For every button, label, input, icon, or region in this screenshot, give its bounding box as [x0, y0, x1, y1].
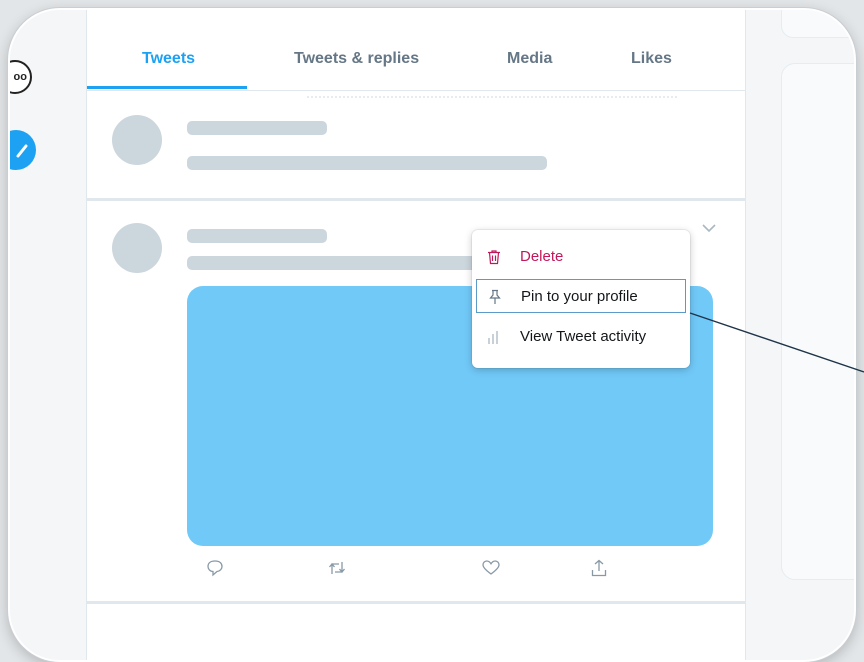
screenshot-frame: oo Tweets Tweets & replies Media Likes D…: [8, 8, 856, 662]
tab-media[interactable]: Media: [507, 50, 552, 68]
bar-chart-icon: [488, 331, 498, 344]
sidebar-top-card: [781, 10, 854, 38]
avatar: [112, 115, 162, 165]
menu-item-label: Pin to your profile: [521, 288, 638, 305]
tab-likes[interactable]: Likes: [631, 50, 672, 68]
menu-item-view-tweet-activity[interactable]: View Tweet activity: [476, 320, 686, 354]
tweet-options-menu: Delete Pin to your profile View Tweet ac…: [472, 230, 690, 368]
sidebar-card: [781, 63, 854, 580]
rail-verified-icon[interactable]: [10, 130, 36, 170]
tab-tweets-and-replies[interactable]: Tweets & replies: [294, 50, 419, 68]
reply-icon[interactable]: [205, 559, 225, 577]
pin-icon: [489, 289, 501, 304]
text-placeholder: [187, 256, 487, 270]
checkmark-icon: [16, 144, 28, 158]
retweet-icon[interactable]: [327, 559, 347, 577]
like-icon[interactable]: [481, 559, 501, 577]
left-rail: oo: [10, 10, 86, 660]
tab-tweets[interactable]: Tweets: [142, 50, 195, 68]
profile-tabs: Tweets Tweets & replies Media Likes: [87, 10, 745, 91]
active-tab-indicator: [87, 86, 247, 89]
menu-item-label: Delete: [520, 248, 564, 265]
share-icon[interactable]: [589, 559, 609, 577]
name-placeholder: [187, 121, 327, 135]
avatar: [112, 223, 162, 273]
text-placeholder: [187, 156, 547, 170]
menu-item-delete[interactable]: Delete: [476, 240, 686, 274]
trash-icon: [488, 250, 500, 265]
name-placeholder: [187, 229, 327, 243]
menu-item-label: View Tweet activity: [520, 328, 647, 345]
chevron-down-icon[interactable]: [702, 223, 716, 233]
rail-profile-icon[interactable]: oo: [10, 60, 32, 94]
menu-item-pin-to-profile[interactable]: Pin to your profile: [476, 279, 686, 313]
tweet-placeholder[interactable]: [87, 90, 745, 201]
